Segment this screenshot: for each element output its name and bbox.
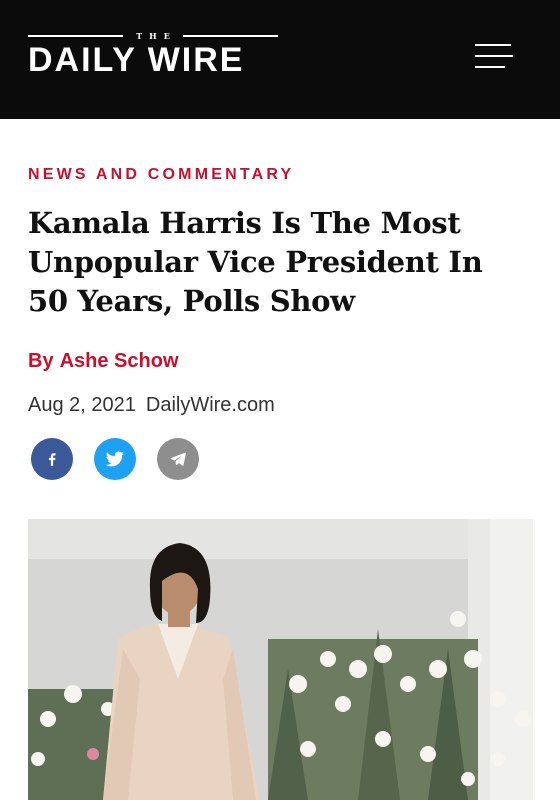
- hamburger-menu-icon[interactable]: [475, 44, 513, 72]
- facebook-icon: [48, 453, 56, 466]
- byline-prefix: By: [28, 350, 54, 372]
- logo-small-text: THE: [136, 31, 177, 41]
- menu-line: [475, 44, 511, 46]
- facebook-share-button[interactable]: [31, 438, 73, 480]
- logo-text: DAILY WIRE: [28, 41, 245, 79]
- site-logo[interactable]: THE DAILY WIRE: [28, 30, 278, 80]
- menu-line: [475, 55, 513, 57]
- site-header: THE DAILY WIRE: [0, 0, 560, 119]
- hero-photo: [28, 519, 533, 800]
- article-title: Kamala Harris Is The Most Unpopular Vice…: [28, 206, 483, 318]
- twitter-icon: [105, 451, 125, 467]
- hero-image: [28, 519, 533, 800]
- article-meta: Aug 2, 2021 DailyWire.com: [28, 394, 275, 417]
- telegram-icon: [170, 452, 186, 466]
- byline: By Ashe Schow: [28, 350, 179, 373]
- publish-date: Aug 2, 2021: [28, 394, 136, 416]
- author-link[interactable]: Ashe Schow: [60, 350, 179, 372]
- menu-line: [475, 66, 505, 68]
- twitter-share-button[interactable]: [94, 438, 136, 480]
- category-link[interactable]: NEWS AND COMMENTARY: [28, 166, 294, 184]
- telegram-share-button[interactable]: [157, 438, 199, 480]
- source-label: DailyWire.com: [145, 394, 275, 416]
